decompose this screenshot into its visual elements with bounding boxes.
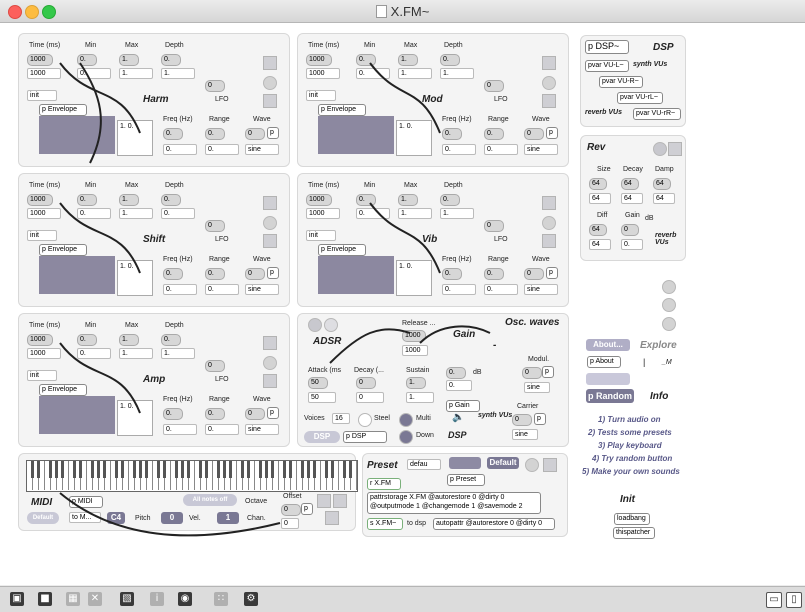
patch-cords	[59, 62, 491, 537]
grid-icon[interactable]: ▦	[66, 592, 80, 606]
layout-single-icon[interactable]: ▭	[766, 592, 782, 608]
snap-icon[interactable]: ∷	[214, 592, 228, 606]
inspector-icon[interactable]: ▧	[120, 592, 134, 606]
object-icon[interactable]: ◉	[178, 592, 192, 606]
document-icon	[375, 5, 387, 18]
patcher-canvas: Time (ms) Min Max Depth 1000 0. 1. 0. 10…	[0, 23, 805, 585]
presentation-icon[interactable]: ■	[38, 592, 52, 606]
window-titlebar: X.FM~	[0, 0, 805, 23]
layout-split-icon[interactable]: ▯	[786, 592, 802, 608]
close-box-icon[interactable]: ✕	[88, 592, 102, 606]
status-bar: ▣ ■ ▦ ✕ ▧ i ◉ ∷ ⚙ ▭ ▯	[0, 586, 805, 612]
info-icon[interactable]: i	[150, 592, 164, 606]
window-title: X.FM~	[390, 4, 430, 19]
lock-icon[interactable]: ▣	[10, 592, 24, 606]
debug-icon[interactable]: ⚙	[244, 592, 258, 606]
